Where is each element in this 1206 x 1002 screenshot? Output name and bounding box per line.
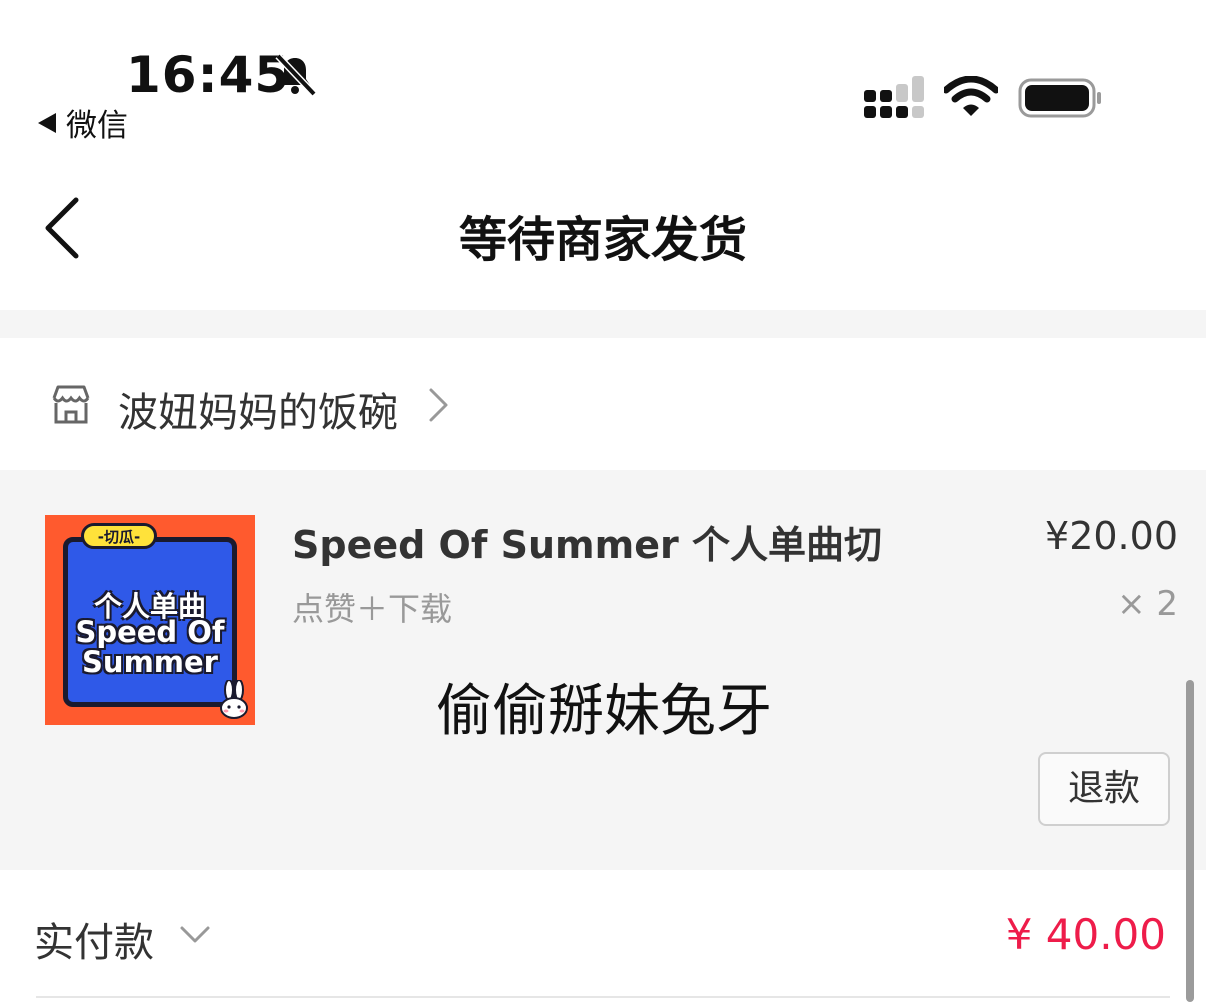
shop-name-link[interactable]: 波妞妈妈的饭碗 [118,380,398,438]
scrollbar[interactable] [1186,680,1194,1002]
bell-slash-icon [275,53,317,97]
product-spec: 点赞＋下载 [292,590,453,628]
chevron-right-icon[interactable] [426,386,452,424]
refund-button[interactable]: 退款 [1038,752,1170,826]
total-amount: ¥ 40.00 [1005,910,1166,959]
total-label[interactable]: 实付款 [34,910,154,968]
back-to-app-button[interactable]: 微信 [38,100,128,145]
battery-icon [1018,78,1101,118]
back-app-label: 微信 [66,108,128,144]
product-price: ¥20.00 [1045,514,1178,558]
wifi-icon [944,76,998,116]
overlay-note-text: 偷偷掰妹兔牙 [436,679,772,744]
divider [36,996,1170,998]
thumbnail-line-2: Speed Of [75,615,225,649]
chevron-down-icon[interactable] [178,920,212,950]
thumbnail-tag: -切瓜- [81,523,157,549]
product-title[interactable]: Speed Of Summer 个人单曲切 [292,514,882,569]
shop-icon [52,385,90,424]
thumbnail-line-3: Summer [82,645,218,679]
bunny-icon [220,680,248,719]
product-quantity: × 2 [1117,584,1178,624]
product-thumbnail[interactable]: -切瓜- 个人单曲 Speed Of Summer [45,515,255,725]
back-triangle-icon [38,112,56,133]
section-gap [0,310,1206,338]
cellular-signal-icon [864,76,924,118]
page-title: 等待商家发货 [458,212,747,268]
status-time: 16:45 [126,46,291,104]
